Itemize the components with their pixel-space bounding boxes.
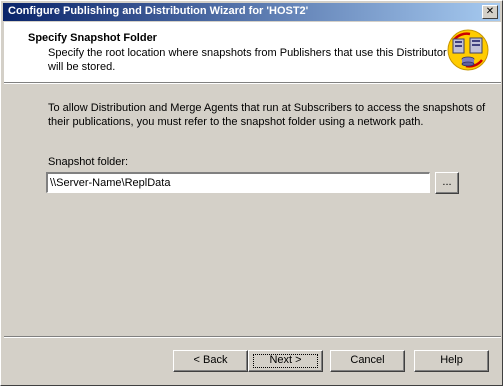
instructions-text: To allow Distribution and Merge Agents t… [48, 102, 486, 128]
cancel-button[interactable]: Cancel [330, 350, 405, 372]
server-replication-icon [447, 29, 489, 71]
page-description: Specify the root location where snapshot… [48, 47, 447, 73]
browse-button[interactable]: ... [435, 172, 459, 194]
next-button[interactable]: Next > [248, 350, 323, 372]
next-button-label: Next > [269, 354, 302, 366]
window-title: Configure Publishing and Distribution Wi… [8, 5, 309, 17]
help-button[interactable]: Help [414, 350, 489, 372]
wizard-header: Specify Snapshot Folder Specify the root… [4, 22, 501, 82]
page-title: Specify Snapshot Folder [28, 32, 157, 44]
header-divider [4, 82, 501, 84]
back-button[interactable]: < Back [173, 350, 248, 372]
wizard-window: Configure Publishing and Distribution Wi… [0, 0, 503, 386]
footer-divider [4, 336, 501, 338]
close-button[interactable]: ✕ [482, 5, 498, 19]
snapshot-folder-input[interactable] [46, 172, 430, 193]
title-bar[interactable]: Configure Publishing and Distribution Wi… [3, 3, 500, 21]
close-icon: ✕ [485, 6, 495, 17]
snapshot-folder-label: Snapshot folder: [48, 156, 129, 168]
